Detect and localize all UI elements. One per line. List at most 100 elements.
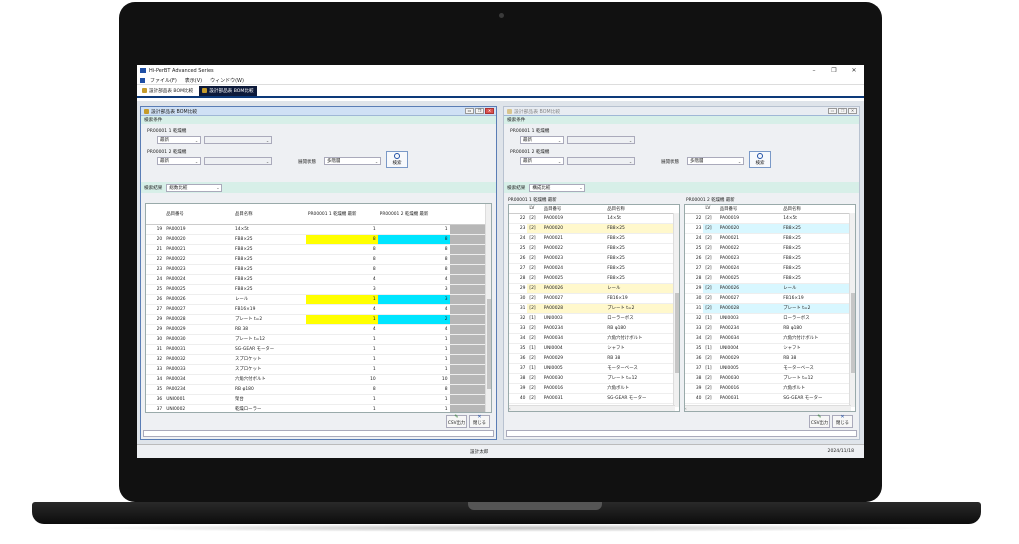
table-row[interactable]: 26 [2] PA00023 FB8×25	[509, 253, 679, 264]
table-row[interactable]: 27 [2] PA00024 FB8×25	[685, 263, 855, 274]
table-row[interactable]: 32 [1] UNI0003 ローラーボス	[509, 313, 679, 324]
product2-version-select[interactable]: 最新 ⌄	[520, 157, 564, 165]
vertical-scrollbar[interactable]	[673, 213, 679, 407]
table-row[interactable]: 34 [2] PA00034 六角穴付けボルト	[685, 333, 855, 344]
product1-sub-select[interactable]: ⌄	[567, 136, 635, 144]
horizontal-scrollbar[interactable]: ‹	[685, 405, 851, 411]
col-part-no[interactable]: 品目番号	[541, 205, 606, 214]
table-row[interactable]: 36 UNI0001 架台 1 1	[146, 394, 491, 405]
table-row[interactable]: 33 PA00033 スプロケット 1 1	[146, 364, 491, 375]
close-button[interactable]: ✕ 閉じる	[469, 415, 490, 428]
table-row[interactable]: 30 [2] PA00027 FB16×19	[509, 293, 679, 304]
csv-export-button[interactable]: ✎ CSV出力	[446, 415, 467, 428]
table-row[interactable]: 25 [2] PA00022 FB8×25	[685, 243, 855, 254]
search-button[interactable]: 検索	[749, 151, 771, 168]
tab-bom-compare-1[interactable]: 設計部品表 BOM比較	[139, 86, 196, 96]
search-button[interactable]: 検索	[386, 151, 408, 168]
col-lv[interactable]: LV	[703, 205, 718, 214]
panel-close-button[interactable]: ✕	[485, 108, 494, 114]
table-row[interactable]: 35 PA00234 RB φ180 8 8	[146, 384, 491, 395]
panel-minimize-button[interactable]: ▭	[465, 108, 474, 114]
table-row[interactable]: 22 [2] PA00019 14×5t	[509, 213, 679, 224]
compare-mode-select[interactable]: 構成比較 ⌄	[529, 183, 586, 192]
table-row[interactable]: 38 [2] PA00030 プレート t=12	[509, 373, 679, 384]
table-row[interactable]: 29 PA00028 プレート t=2 1 2	[146, 314, 491, 325]
col-part-name[interactable]: 品目名称	[605, 205, 679, 214]
horizontal-scrollbar[interactable]: ‹	[509, 405, 675, 411]
table-row[interactable]: 25 [2] PA00022 FB8×25	[509, 243, 679, 254]
table-row[interactable]: 40 [2] PA00031 SG-GEAR モーター	[509, 393, 679, 404]
col-part-no[interactable]: 品目番号	[717, 205, 782, 214]
table-row[interactable]: 30 PA00030 プレート t=12 1 1	[146, 334, 491, 345]
table-row[interactable]: 21 PA00021 FB8×25 8 8	[146, 244, 491, 255]
table-row[interactable]: 36 [2] PA00029 RB 38	[685, 353, 855, 364]
table-row[interactable]: 37 UNI0002 乾燥ローラー 1 1	[146, 404, 491, 412]
vertical-scrollbar[interactable]	[485, 204, 491, 412]
table-row[interactable]: 24 [2] PA00021 FB8×25	[509, 233, 679, 244]
product2-sub-select[interactable]: ⌄	[567, 157, 635, 165]
product2-version-select[interactable]: 最新 ⌄	[157, 157, 201, 165]
table-row[interactable]: 22 PA00022 FB8×25 8 8	[146, 254, 491, 265]
table-row[interactable]: 39 [2] PA00016 六角ボルト	[509, 383, 679, 394]
table-row[interactable]: 34 PA00034 六角穴付ボルト 10 10	[146, 374, 491, 385]
table-row[interactable]: 23 [2] PA00020 FB8×25	[509, 223, 679, 234]
col-part-name[interactable]: 品目名称	[781, 205, 855, 214]
table-row[interactable]: 22 [2] PA00019 14×5t	[685, 213, 855, 224]
panel-restore-button[interactable]: ❐	[838, 108, 847, 114]
expand-state-select[interactable]: 多階層 ⌄	[687, 157, 744, 165]
compare-mode-select[interactable]: 総数比較 ⌄	[166, 183, 223, 192]
col-qty-2[interactable]: PR00001 2 乾燥機 最新	[377, 204, 450, 225]
maximize-button[interactable]: ❐	[824, 67, 844, 74]
table-row[interactable]: 26 [2] PA00023 FB8×25	[685, 253, 855, 264]
table-row[interactable]: 26 PA00026 レール 1 3	[146, 294, 491, 305]
product2-sub-select[interactable]: ⌄	[204, 157, 272, 165]
panel-restore-button[interactable]: ❐	[475, 108, 484, 114]
col-part-name[interactable]: 品目名称	[233, 204, 306, 225]
product1-version-select[interactable]: 最新 ⌄	[157, 136, 201, 144]
menu-file[interactable]: ファイル(F)	[150, 77, 177, 84]
col-lv[interactable]: LV	[527, 205, 542, 214]
table-row[interactable]: 27 [2] PA00024 FB8×25	[509, 263, 679, 274]
table-row[interactable]: 35 [1] UNI0004 シャフト	[685, 343, 855, 354]
table-row[interactable]: 37 [1] UNI0005 モーターベース	[685, 363, 855, 374]
table-row[interactable]: 31 [2] PA00028 プレート t=2	[685, 303, 855, 314]
table-row[interactable]: 36 [2] PA00029 RB 38	[509, 353, 679, 364]
table-row[interactable]: 29 [2] PA00026 レール	[509, 283, 679, 294]
table-row[interactable]: 29 PA00029 RB 38 4 4	[146, 324, 491, 335]
menu-window[interactable]: ウィンドウ(W)	[210, 77, 244, 84]
table-row[interactable]: 20 PA00020 FB8×25 8 8	[146, 234, 491, 245]
table-row[interactable]: 31 PA00031 SG-GEAR モーター 1 1	[146, 344, 491, 355]
table-row[interactable]: 32 PA00032 スプロケット 1 1	[146, 354, 491, 365]
table-row[interactable]: 29 [2] PA00026 レール	[685, 283, 855, 294]
col-part-no[interactable]: 品目番号	[164, 204, 233, 225]
product1-version-select[interactable]: 最新 ⌄	[520, 136, 564, 144]
table-row[interactable]: 40 [2] PA00031 SG-GEAR モーター	[685, 393, 855, 404]
vertical-scrollbar[interactable]	[849, 213, 855, 407]
table-row[interactable]: 24 PA00024 FB8×25 4 4	[146, 274, 491, 285]
table-row[interactable]: 37 [1] UNI0005 モーターベース	[509, 363, 679, 374]
tab-bom-compare-2[interactable]: 設計部品表 BOM比較	[199, 85, 257, 96]
table-row[interactable]: 32 [1] UNI0003 ローラーボス	[685, 313, 855, 324]
table-row[interactable]: 33 [2] PA00234 RB φ180	[685, 323, 855, 334]
product1-sub-select[interactable]: ⌄	[204, 136, 272, 144]
table-row[interactable]: 23 PA00023 FB8×25 8 8	[146, 264, 491, 275]
minimize-button[interactable]: –	[804, 67, 824, 74]
close-button[interactable]: ✕ 閉じる	[832, 415, 853, 428]
table-row[interactable]: 25 PA00025 FB8×25 3 3	[146, 284, 491, 295]
col-qty-1[interactable]: PR00001 1 乾燥機 最新	[305, 204, 378, 225]
table-row[interactable]: 28 [2] PA00025 FB8×25	[685, 273, 855, 284]
csv-export-button[interactable]: ✎ CSV出力	[809, 415, 830, 428]
table-row[interactable]: 23 [2] PA00020 FB8×25	[685, 223, 855, 234]
panel-minimize-button[interactable]: ▭	[828, 108, 837, 114]
table-row[interactable]: 39 [2] PA00016 六角ボルト	[685, 383, 855, 394]
table-row[interactable]: 30 [2] PA00027 FB16×19	[685, 293, 855, 304]
table-row[interactable]: 27 PA00027 FB16×19 4 4	[146, 304, 491, 315]
table-row[interactable]: 28 [2] PA00025 FB8×25	[509, 273, 679, 284]
table-row[interactable]: 33 [2] PA00234 RB φ180	[509, 323, 679, 334]
menu-view[interactable]: 表示(V)	[185, 77, 202, 84]
panel-close-button[interactable]: ✕	[848, 108, 857, 114]
expand-state-select[interactable]: 多階層 ⌄	[324, 157, 381, 165]
table-row[interactable]: 35 [1] UNI0004 シャフト	[509, 343, 679, 354]
table-row[interactable]: 24 [2] PA00021 FB8×25	[685, 233, 855, 244]
table-row[interactable]: 19 PA00019 14×5t 1 1	[146, 224, 491, 235]
